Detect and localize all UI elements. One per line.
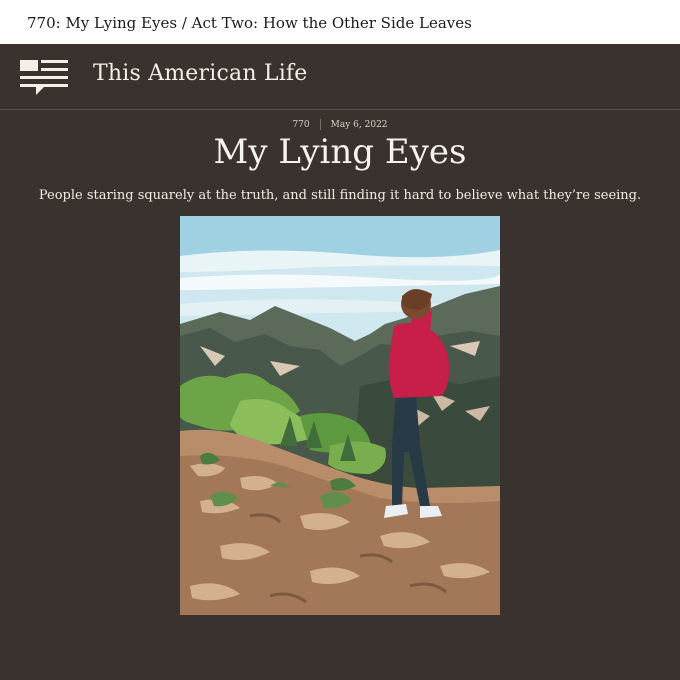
episode-artwork (180, 216, 500, 615)
brand-name[interactable]: This American Life (93, 61, 308, 86)
speech-bubble-lines-icon[interactable] (20, 58, 70, 96)
top-bar: 770: My Lying Eyes / Act Two: How the Ot… (0, 0, 680, 44)
episode-number: 770 (292, 120, 310, 130)
site-header: This American Life (0, 44, 680, 110)
meta-divider (319, 119, 321, 130)
episode-title: My Lying Eyes (213, 132, 467, 172)
breadcrumb[interactable]: 770: My Lying Eyes / Act Two: How the Ot… (27, 14, 472, 32)
episode-description: People staring squarely at the truth, an… (38, 188, 642, 203)
episode-date: May 6, 2022 (330, 120, 388, 130)
episode-panel: This American Life 770 May 6, 2022 My Lyi… (0, 44, 680, 680)
episode-meta: 770 May 6, 2022 (0, 119, 680, 130)
